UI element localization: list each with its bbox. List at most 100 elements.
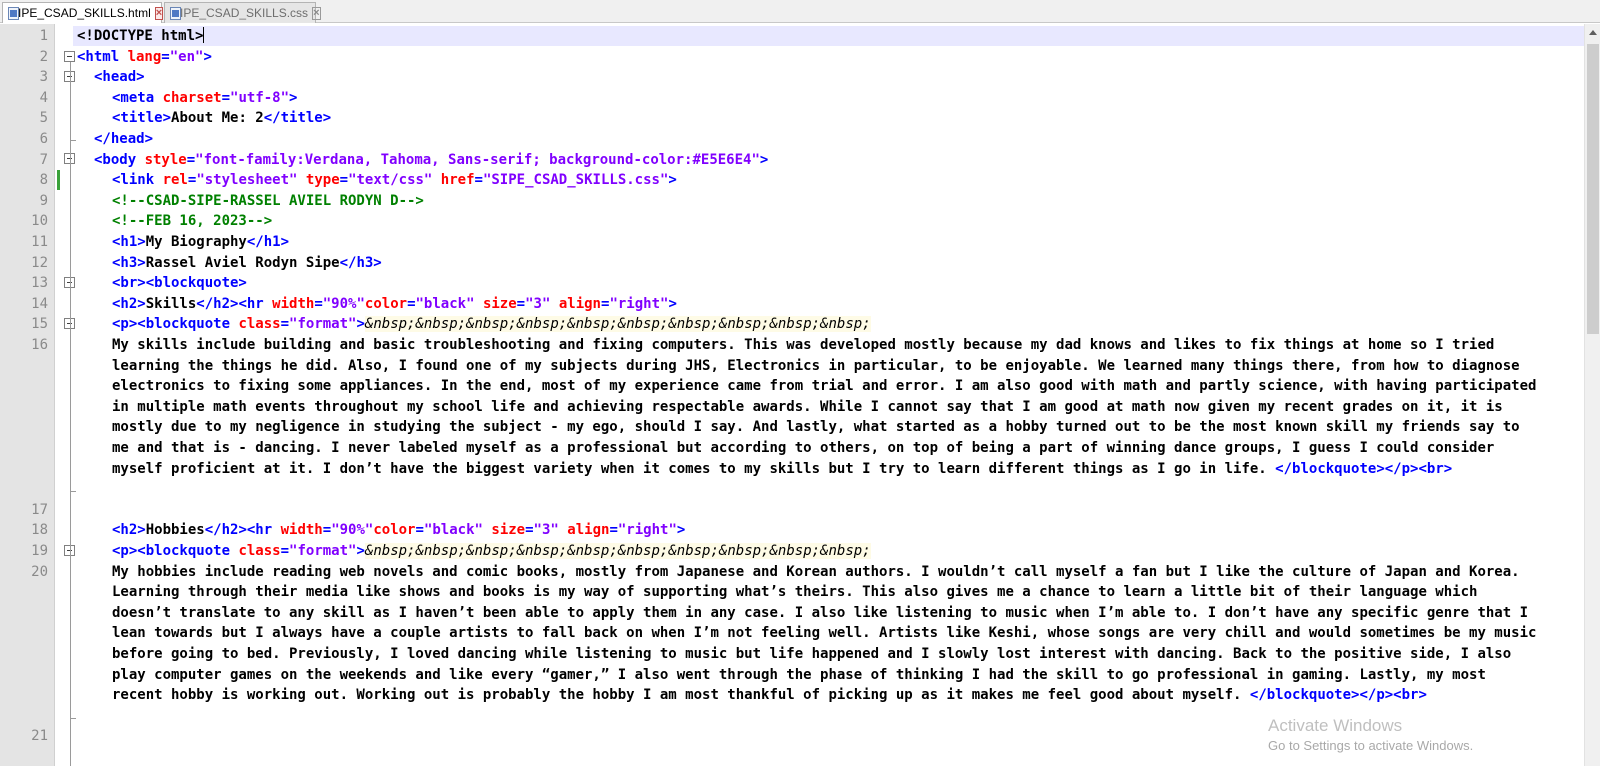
line-number: 8 [39, 172, 48, 189]
attribute: color [364, 295, 408, 312]
tag: <h1> [112, 234, 146, 250]
tab-bar: SIPE_CSAD_SKILLS.html × SIPE_CSAD_SKILLS… [0, 0, 1600, 23]
code-line-12[interactable]: <h3>Rassel Aviel Rodyn Sipe</h3> [112, 253, 382, 274]
equals: = [314, 295, 323, 312]
equals: = [221, 89, 231, 106]
tag: > [759, 151, 769, 168]
fold-toggle-icon[interactable] [64, 51, 75, 62]
tag: <br><blockquote> [112, 275, 247, 292]
attribute: class [238, 543, 281, 559]
tab-label: SIPE_CSAD_SKILLS.css [172, 6, 309, 20]
attr-value: "90%" [331, 522, 374, 539]
line-number: 4 [39, 89, 48, 106]
equals: = [609, 522, 618, 539]
line-number: 11 [31, 234, 48, 250]
line-number: 6 [39, 131, 48, 147]
text-caret [203, 27, 205, 43]
attr-value: "SIPE_CSAD_SKILLS.css" [482, 172, 669, 189]
tab-sipe-csad-skills-css[interactable]: SIPE_CSAD_SKILLS.css × [164, 2, 321, 23]
code-line-3[interactable]: <head> [94, 67, 145, 88]
tag: </h3> [339, 254, 382, 271]
attribute: charset [162, 89, 222, 106]
code-line-18[interactable]: <h2>Hobbies</h2><hr width="90%"color="bl… [112, 520, 685, 541]
fold-guide-line [70, 62, 71, 766]
attribute: lang [127, 48, 162, 65]
equals: = [161, 48, 170, 65]
line-number: 20 [31, 563, 48, 580]
tag: <h2> [112, 295, 146, 312]
scroll-up-arrow-icon[interactable] [1589, 30, 1597, 35]
line-number: 2 [39, 48, 48, 65]
code-line-4[interactable]: <meta charset="utf-8"> [112, 88, 297, 109]
code-line-16[interactable]: My skills include building and basic tro… [112, 335, 1542, 479]
line-number-gutter: 1 2 3 4 5 6 7 8 9 10 11 12 13 14 15 16 1… [0, 24, 55, 766]
code-line-6[interactable]: </head> [94, 129, 153, 150]
tag: </blockquote></p><br> [1275, 460, 1453, 477]
tag: <title> [112, 110, 172, 127]
code-line-10[interactable]: <!--FEB 16, 2023--> [112, 211, 272, 232]
equals: = [339, 172, 349, 189]
code-editor[interactable]: 1 2 3 4 5 6 7 8 9 10 11 12 13 14 15 16 1… [0, 24, 1600, 766]
comment: <!--FEB 16, 2023--> [112, 213, 273, 230]
equals: = [322, 522, 332, 539]
attr-value: "format" [289, 316, 357, 333]
attribute: rel [162, 172, 188, 189]
line-number: 15 [31, 316, 48, 333]
code-line-13[interactable]: <br><blockquote> [112, 273, 247, 294]
tag: > [676, 522, 686, 539]
current-line-highlight [73, 26, 1585, 46]
tag: > [356, 316, 365, 333]
attribute: align [567, 522, 610, 539]
line-number: 14 [31, 295, 48, 312]
attr-value: "format" [289, 543, 357, 559]
code-line-8[interactable]: <link rel="stylesheet" type="text/css" h… [112, 170, 677, 191]
tab-label: SIPE_CSAD_SKILLS.html [10, 6, 151, 20]
code-line-1[interactable]: <!DOCTYPE html> [77, 26, 205, 47]
entity-text: &nbsp;&nbsp;&nbsp;&nbsp;&nbsp;&nbsp;&nbs… [364, 316, 871, 333]
attribute: size [491, 522, 526, 539]
code-line-7[interactable]: <body style="font-family:Verdana, Tahoma… [94, 150, 768, 171]
line-number: 10 [31, 213, 48, 230]
close-icon[interactable]: × [312, 6, 321, 20]
watermark-title: Activate Windows [1268, 716, 1403, 735]
text: My Biography [145, 234, 247, 250]
tag: </head> [94, 131, 154, 147]
code-line-19[interactable]: <p><blockquote class="format">&nbsp;&nbs… [112, 541, 871, 562]
equals: = [516, 295, 526, 312]
code-line-5[interactable]: <title>About Me: 2</title> [112, 108, 331, 129]
code-line-15[interactable]: <p><blockquote class="format">&nbsp;&nbs… [112, 314, 871, 335]
code-line-14[interactable]: <h2>Skills</h2><hr width="90%"color="bla… [112, 294, 677, 315]
line-number: 16 [31, 337, 48, 353]
line-number: 19 [31, 543, 48, 559]
fold-end-marker [70, 491, 76, 492]
line-number: 5 [39, 110, 48, 127]
tag: <h2> [112, 522, 146, 539]
tab-sipe-csad-skills-html[interactable]: SIPE_CSAD_SKILLS.html × [2, 2, 164, 23]
attr-value: "90%" [322, 295, 365, 312]
vertical-scrollbar[interactable] [1584, 24, 1600, 766]
line-number: 21 [31, 728, 48, 745]
attribute: align [558, 295, 601, 312]
code-line-20[interactable]: My hobbies include reading web novels an… [112, 562, 1542, 706]
attr-value: "3" [533, 522, 559, 539]
line-number: 18 [31, 522, 48, 539]
scrollbar-thumb[interactable] [1587, 44, 1599, 334]
tag: <p><blockquote [112, 316, 239, 333]
attr-value: "utf-8" [230, 89, 290, 106]
close-icon[interactable]: × [154, 6, 164, 20]
tag: <meta [112, 89, 163, 106]
attr-value: "right" [617, 522, 677, 539]
code-line-2[interactable]: <html lang="en"> [77, 47, 212, 68]
code-line-9[interactable]: <!--CSAD-SIPE-RASSEL AVIEL RODYN D--> [112, 191, 424, 212]
line-number: 17 [31, 501, 48, 518]
attr-value: "font-family:Verdana, Tahoma, Sans-serif… [195, 151, 760, 168]
paragraph-text: My skills include building and basic tro… [112, 337, 1537, 477]
code-line-11[interactable]: <h1>My Biography</h1> [112, 232, 289, 253]
line-number: 1 [39, 28, 48, 44]
text: Rassel Aviel Rodyn Sipe [145, 254, 340, 271]
entity-text: &nbsp;&nbsp;&nbsp;&nbsp;&nbsp;&nbsp;&nbs… [364, 543, 871, 559]
equals: = [280, 543, 290, 559]
tag: <link [112, 172, 163, 189]
tag: <head> [94, 69, 145, 86]
attr-value: "text/css" [348, 172, 433, 189]
